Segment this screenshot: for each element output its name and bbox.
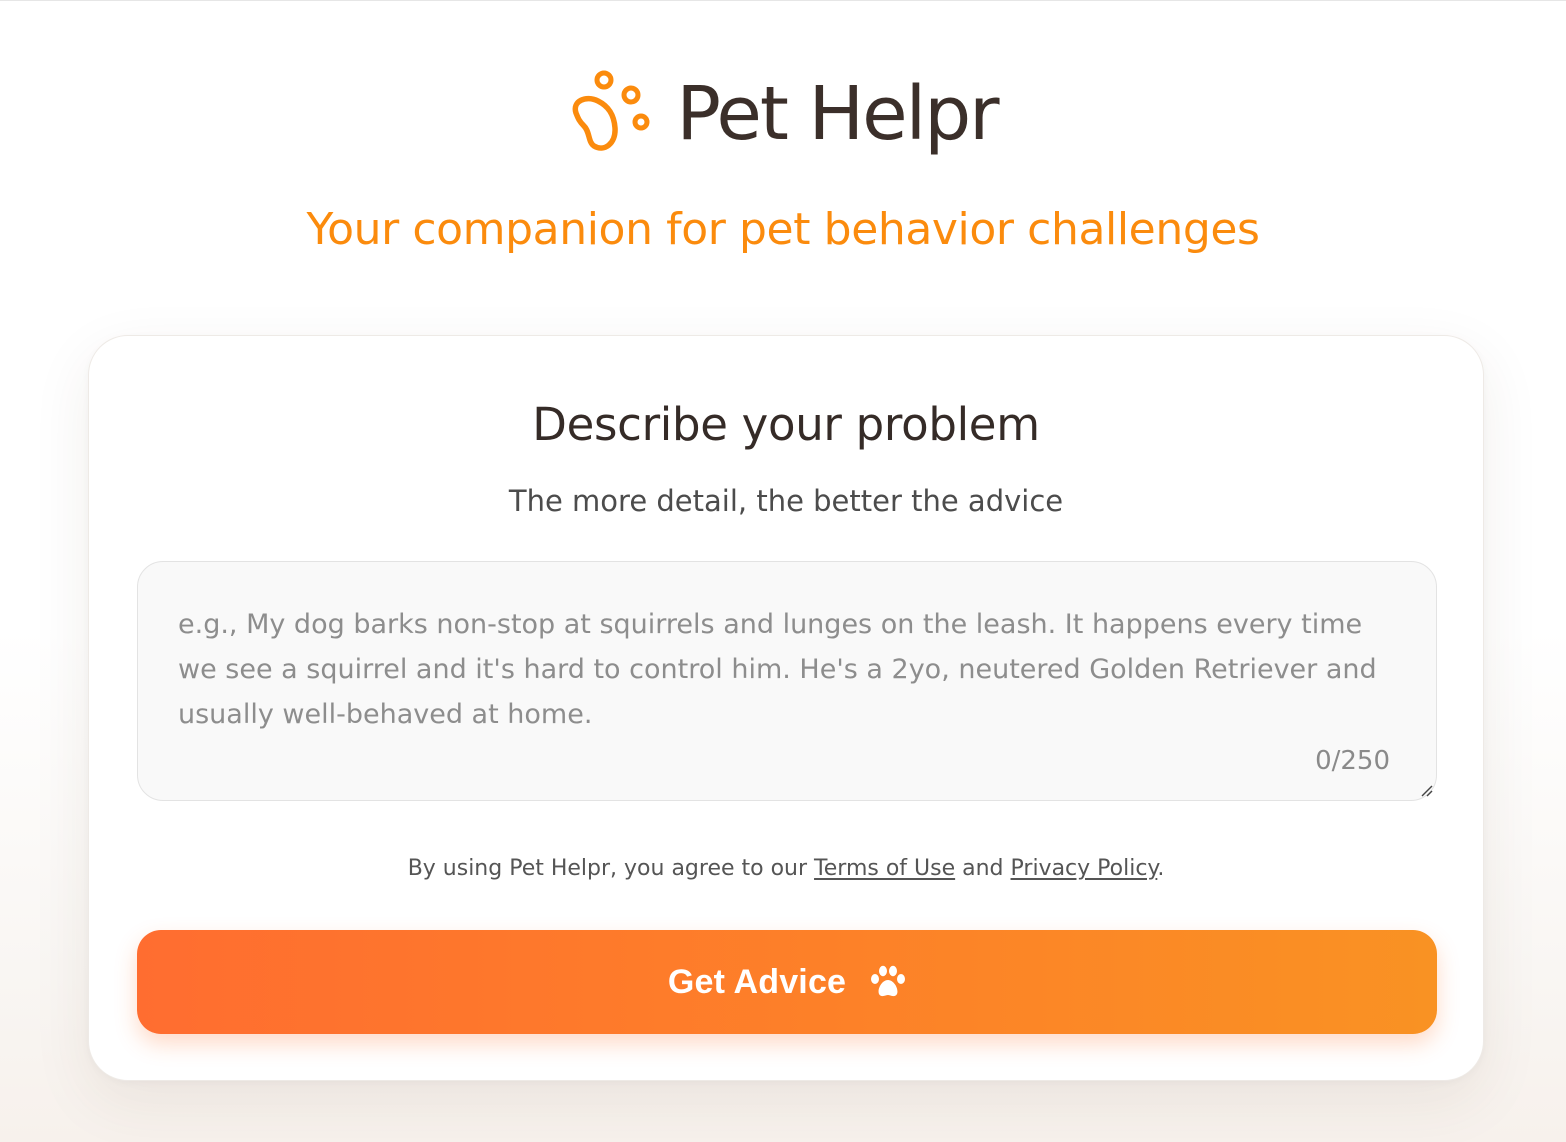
- card-title: Describe your problem: [532, 398, 1040, 451]
- legal-suffix: .: [1157, 856, 1165, 881]
- paw-icon: [871, 965, 906, 997]
- problem-card: Describe your problem The more detail, t…: [88, 335, 1484, 1081]
- legal-notice: By using Pet Helpr, you agree to our Ter…: [89, 856, 1483, 881]
- card-subtitle: The more detail, the better the advice: [508, 484, 1064, 518]
- tagline: Your companion for pet behavior challeng…: [306, 204, 1260, 255]
- app-header: Pet Helpr: [0, 68, 1566, 158]
- character-counter: 0/250: [1315, 746, 1390, 776]
- legal-prefix: By using Pet Helpr, you agree to our: [407, 856, 815, 881]
- terms-of-use-link[interactable]: Terms of Use: [814, 856, 955, 881]
- get-advice-button[interactable]: Get Advice: [137, 930, 1437, 1034]
- paw-logo-icon: [572, 70, 650, 151]
- resize-handle-icon[interactable]: [1418, 782, 1434, 798]
- problem-input-container: 0/250: [137, 561, 1437, 801]
- privacy-policy-link[interactable]: Privacy Policy: [1011, 856, 1158, 881]
- get-advice-label: Get Advice: [667, 962, 847, 1001]
- brand-name: Pet Helpr: [676, 71, 999, 157]
- top-divider: [0, 0, 1566, 1]
- problem-description-input[interactable]: [178, 602, 1398, 742]
- legal-middle: and: [955, 856, 1011, 881]
